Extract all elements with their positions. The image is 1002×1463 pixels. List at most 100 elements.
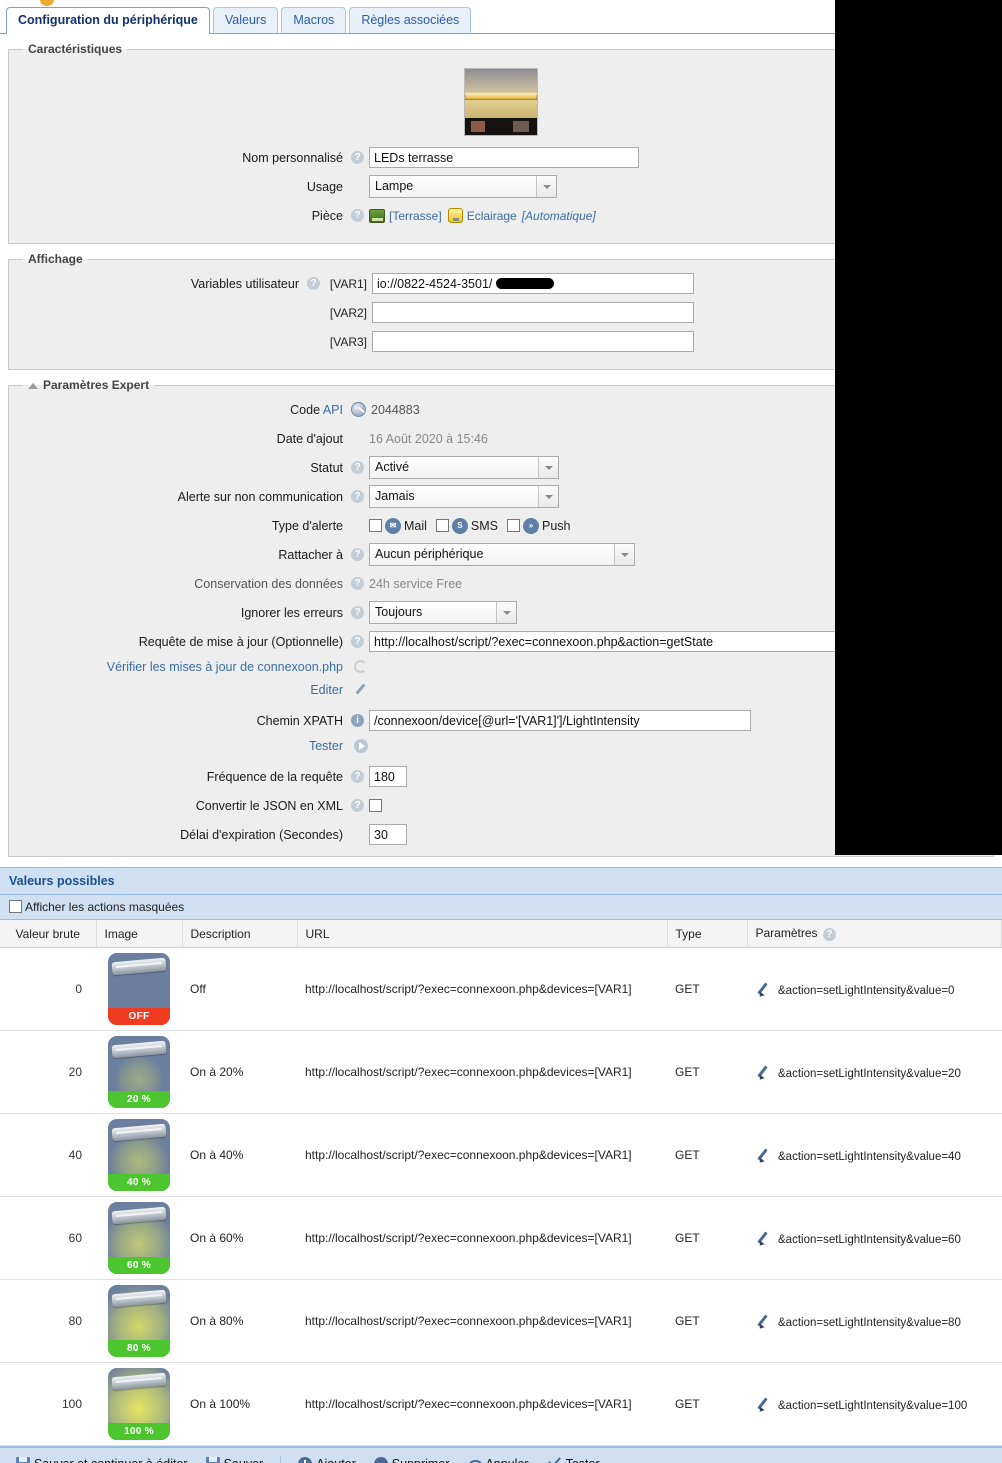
device-photo bbox=[464, 68, 538, 136]
edit-pencil-icon[interactable] bbox=[755, 1314, 770, 1329]
tab-configuration[interactable]: Configuration du périphérique bbox=[6, 7, 210, 34]
frequence-input[interactable] bbox=[369, 766, 407, 787]
cell-valeur-brute: 100 bbox=[0, 1363, 96, 1446]
plus-icon bbox=[298, 1457, 312, 1463]
tab-macros[interactable]: Macros bbox=[281, 7, 346, 33]
cell-parametres: &action=setLightIntensity&value=80 bbox=[747, 1280, 1002, 1363]
valeurs-table-body: 0OFFOffhttp://localhost/script/?exec=con… bbox=[0, 948, 1002, 1446]
edit-pencil-icon[interactable] bbox=[755, 982, 770, 997]
lightbulb-icon bbox=[448, 208, 463, 223]
convertir-json-checkbox[interactable] bbox=[369, 799, 382, 812]
save-button[interactable]: Sauver bbox=[200, 1455, 270, 1463]
var1-tag: [VAR1] bbox=[325, 277, 367, 291]
label-frequence: Fréquence de la requête bbox=[9, 770, 349, 784]
parametres-text: &action=setLightIntensity&value=60 bbox=[778, 1234, 961, 1246]
play-icon[interactable] bbox=[354, 739, 368, 753]
table-row[interactable]: 4040 %On à 40%http://localhost/script/?e… bbox=[0, 1114, 1002, 1197]
test-button[interactable]: Tester bbox=[541, 1455, 606, 1463]
api-link[interactable]: API bbox=[323, 403, 343, 417]
table-row[interactable]: 8080 %On à 80%http://localhost/script/?e… bbox=[0, 1280, 1002, 1363]
help-icon-alerte[interactable]: ? bbox=[351, 490, 364, 503]
alert-sms-checkbox[interactable] bbox=[436, 519, 449, 532]
cell-url: http://localhost/script/?exec=connexoon.… bbox=[297, 1031, 667, 1114]
editer-link[interactable]: Editer bbox=[310, 683, 343, 697]
chevron-down-icon[interactable] bbox=[614, 544, 634, 565]
cell-valeur-brute: 80 bbox=[0, 1280, 96, 1363]
table-row[interactable]: 2020 %On à 20%http://localhost/script/?e… bbox=[0, 1031, 1002, 1114]
refresh-icon[interactable] bbox=[354, 660, 367, 673]
cell-parametres: &action=setLightIntensity&value=100 bbox=[747, 1363, 1002, 1446]
edit-pencil-icon[interactable] bbox=[755, 1231, 770, 1246]
pencil-icon[interactable] bbox=[354, 683, 368, 697]
edit-pencil-icon[interactable] bbox=[755, 1397, 770, 1412]
sms-icon: S bbox=[452, 518, 468, 534]
piece-mode-label: [Automatique] bbox=[522, 209, 596, 223]
delete-button[interactable]: Supprimer bbox=[368, 1455, 456, 1463]
help-icon-variables[interactable]: ? bbox=[307, 277, 320, 290]
help-icon-conservation[interactable]: ? bbox=[351, 577, 364, 590]
cell-type: GET bbox=[667, 1114, 747, 1197]
piece-room-link[interactable]: [Terrasse] bbox=[389, 209, 442, 223]
nom-personnalise-input[interactable] bbox=[369, 147, 639, 168]
table-row[interactable]: 100100 %On à 100%http://localhost/script… bbox=[0, 1363, 1002, 1446]
alert-push-checkbox[interactable] bbox=[507, 519, 520, 532]
label-conservation-donnees: Conservation des données bbox=[9, 577, 349, 591]
chemin-xpath-input[interactable] bbox=[369, 710, 751, 731]
tab-regles-associees[interactable]: Règles associées bbox=[349, 7, 471, 33]
piece-category-link[interactable]: Eclairage bbox=[467, 209, 517, 223]
help-icon-piece[interactable]: ? bbox=[351, 209, 364, 222]
help-icon-statut[interactable]: ? bbox=[351, 461, 364, 474]
cell-description: On à 20% bbox=[182, 1031, 297, 1114]
alerte-select-value: Jamais bbox=[370, 486, 443, 507]
help-icon-requete[interactable]: ? bbox=[351, 635, 364, 648]
alert-mail-checkbox[interactable] bbox=[369, 519, 382, 532]
alerte-select[interactable]: Jamais bbox=[369, 485, 559, 508]
lamp-thumbnail: 60 % bbox=[108, 1202, 170, 1274]
save-and-continue-button[interactable]: Sauver et continuer à éditer bbox=[10, 1455, 194, 1463]
help-icon-rattacher[interactable]: ? bbox=[351, 548, 364, 561]
table-row[interactable]: 0OFFOffhttp://localhost/script/?exec=con… bbox=[0, 948, 1002, 1031]
cell-type: GET bbox=[667, 948, 747, 1031]
cell-description: On à 100% bbox=[182, 1363, 297, 1446]
help-icon-parametres[interactable]: ? bbox=[823, 928, 836, 941]
tester-xpath-link[interactable]: Tester bbox=[309, 739, 343, 753]
cell-parametres: &action=setLightIntensity&value=20 bbox=[747, 1031, 1002, 1114]
collapse-toggle-icon[interactable] bbox=[28, 383, 38, 389]
help-icon-ignorer[interactable]: ? bbox=[351, 606, 364, 619]
chevron-down-icon[interactable] bbox=[538, 457, 558, 478]
save-icon bbox=[206, 1457, 220, 1463]
tab-valeurs[interactable]: Valeurs bbox=[213, 7, 278, 33]
verifier-maj-link[interactable]: Vérifier les mises à jour de connexoon.p… bbox=[107, 660, 343, 674]
table-row[interactable]: 6060 %On à 60%http://localhost/script/?e… bbox=[0, 1197, 1002, 1280]
rattacher-select[interactable]: Aucun périphérique bbox=[369, 543, 635, 566]
cell-valeur-brute: 40 bbox=[0, 1114, 96, 1197]
chevron-down-icon[interactable] bbox=[538, 486, 558, 507]
intensity-badge: 80 % bbox=[108, 1340, 170, 1357]
edit-pencil-icon[interactable] bbox=[755, 1148, 770, 1163]
chevron-down-icon[interactable] bbox=[496, 602, 516, 623]
editer-link-wrap: Editer bbox=[9, 683, 349, 697]
add-button[interactable]: Ajouter bbox=[292, 1455, 362, 1463]
label-convertir-json: Convertir le JSON en XML bbox=[9, 799, 349, 813]
ignorer-erreurs-select[interactable]: Toujours bbox=[369, 601, 517, 624]
check-icon bbox=[547, 1457, 562, 1463]
tester-link-wrap: Tester bbox=[9, 739, 349, 753]
edit-pencil-icon[interactable] bbox=[755, 1065, 770, 1080]
requete-maj-input[interactable] bbox=[369, 631, 889, 652]
var3-input[interactable] bbox=[372, 331, 694, 352]
afficher-actions-masquees-checkbox[interactable] bbox=[9, 900, 22, 913]
statut-select[interactable]: Activé bbox=[369, 456, 559, 479]
help-icon-nom[interactable]: ? bbox=[351, 151, 364, 164]
col-description: Description bbox=[182, 920, 297, 948]
intensity-badge: 40 % bbox=[108, 1174, 170, 1191]
var2-input[interactable] bbox=[372, 302, 694, 323]
delai-expiration-input[interactable] bbox=[369, 824, 407, 845]
info-icon-xpath[interactable]: i bbox=[351, 714, 364, 727]
help-icon-frequence[interactable]: ? bbox=[351, 770, 364, 783]
cancel-button[interactable]: Annuler bbox=[461, 1455, 534, 1463]
usage-select[interactable]: Lampe bbox=[369, 175, 557, 198]
chevron-down-icon[interactable] bbox=[536, 176, 556, 197]
push-icon: » bbox=[523, 518, 539, 534]
help-icon-json[interactable]: ? bbox=[351, 799, 364, 812]
var2-tag: [VAR2] bbox=[325, 306, 367, 320]
